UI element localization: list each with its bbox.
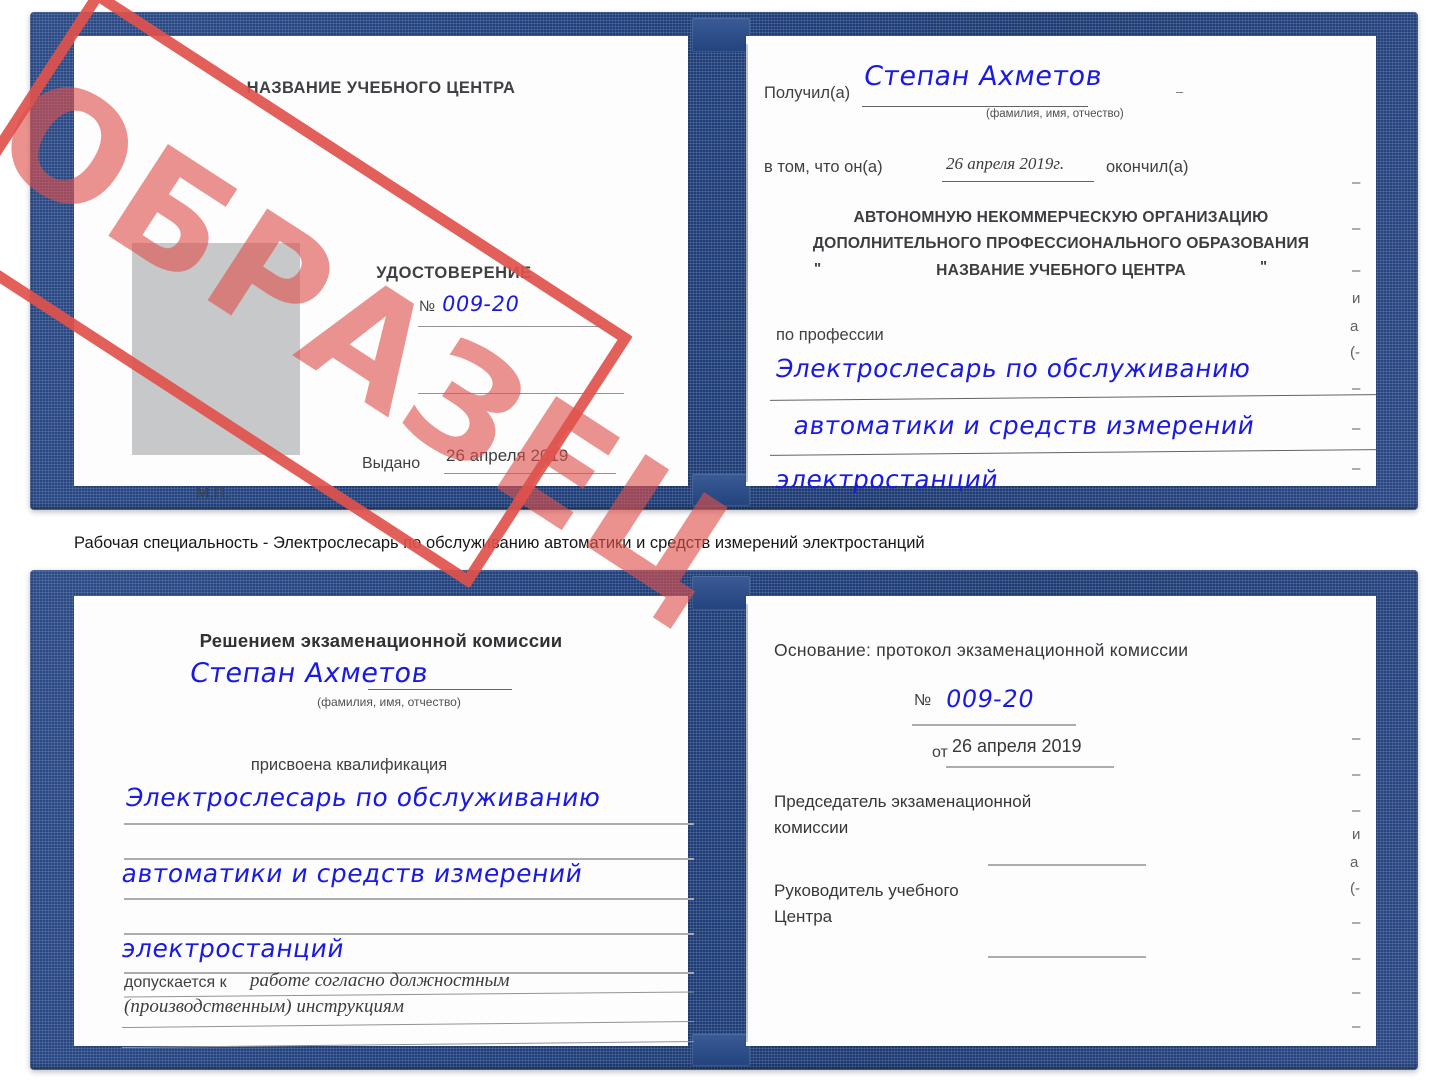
received-label: Получил(а) (764, 84, 851, 102)
number-value: 009-20 (440, 292, 522, 316)
protocol-number-rule (912, 724, 1076, 726)
edge-fragment: (- (1350, 344, 1360, 361)
qualification-line-2: автоматики и средств измерений (119, 859, 585, 888)
chairman-signature-rule (988, 864, 1146, 866)
training-center-name: НАЗВАНИЕ УЧЕБНОГО ЦЕНТРА (246, 79, 516, 97)
student-name-value: Степан Ахметов (187, 658, 431, 689)
finish-date-value: 26 апреля 2019г. (946, 154, 1065, 173)
qualification-line-3: электростанций (119, 934, 347, 963)
edge-fragment: – (1352, 766, 1361, 783)
seal-place-label: М.П. (196, 485, 230, 502)
certificate-sample-page: НАЗВАНИЕ УЧЕБНОГО ЦЕНТРА УДОСТОВЕРЕНИЕ №… (0, 0, 1448, 1085)
spine-tab-top (692, 576, 750, 610)
qualification-line-1: Электрослесарь по обслуживанию (123, 783, 603, 812)
edge-fragment: – (1352, 914, 1361, 931)
admitted-rule-1 (124, 991, 694, 998)
fio-hint: (фамилия, имя, отчество) (986, 108, 1124, 120)
protocol-number-value: 009-20 (943, 685, 1037, 713)
issued-value: 26 апреля 2019 (446, 446, 569, 465)
edge-fragment: и (1352, 290, 1361, 307)
basis-label: Основание: протокол экзаменационной коми… (774, 640, 1189, 660)
profession-line-1: Электрослесарь по обслуживанию (773, 354, 1253, 383)
admitted-label: допускается к (124, 974, 227, 991)
edge-dash-1: – (1176, 84, 1184, 99)
protocol-date-rule (946, 766, 1114, 768)
edge-fragment: – (1352, 984, 1361, 1001)
edge-fragment: – (1352, 1018, 1361, 1035)
edge-fragment: – (1352, 950, 1361, 967)
that-he-label: в том, что он(а) (764, 158, 883, 176)
org-line-2: ДОПОЛНИТЕЛЬНОГО ПРОФЕССИОНАЛЬНОГО ОБРАЗО… (812, 235, 1310, 252)
profession-rule-1 (770, 394, 1376, 401)
edge-fragment: – (1352, 380, 1361, 397)
caption-text: Рабочая специальность - Электрослесарь п… (74, 534, 925, 552)
edge-fragment: – (1352, 802, 1361, 819)
admitted-line-2: (производственным) инструкциям (124, 996, 404, 1017)
spine-tab-bottom (692, 1034, 750, 1066)
name-rule (368, 689, 512, 690)
head-line-2: Центра (774, 907, 833, 926)
org-line-1: АВТОНОМНУЮ НЕКОММЕРЧЕСКУЮ ОРГАНИЗАЦИЮ (853, 209, 1269, 226)
certificate-bottom: Решением экзаменационной комиссии Степан… (30, 570, 1418, 1070)
spine-tab-bottom (692, 474, 750, 506)
qualification-rule-2b (124, 898, 694, 900)
qualification-rule-1 (124, 823, 694, 825)
edge-fragment: – (1352, 420, 1361, 437)
profession-line-2: автоматики и средств измерений (791, 411, 1257, 440)
protocol-number-label: № (914, 692, 932, 709)
org-quote-close: " (1260, 258, 1268, 275)
document-title: УДОСТОВЕРЕНИЕ (376, 264, 532, 282)
head-line-1: Руководитель учебного (774, 881, 959, 900)
edge-fragment: а (1350, 318, 1359, 335)
profession-line-3: электростанций (773, 465, 1001, 494)
admitted-line-1: работе согласно должностным (250, 970, 510, 991)
fio-hint: (фамилия, имя, отчество) (317, 695, 461, 709)
head-signature-rule (988, 956, 1146, 958)
protocol-date-label: от (932, 744, 948, 761)
issued-label: Выдано (362, 455, 421, 472)
number-label: № (419, 298, 436, 315)
profession-rule-2 (770, 449, 1376, 456)
edge-fragment: и (1352, 826, 1361, 843)
org-line-3: НАЗВАНИЕ УЧЕБНОГО ЦЕНТРА (936, 262, 1186, 279)
received-rule (862, 106, 1088, 107)
protocol-date-value: 26 апреля 2019 (952, 736, 1082, 756)
top-right-page: Получил(а) Степан Ахметов (фамилия, имя,… (746, 36, 1376, 494)
graduated-label: окончил(а) (1106, 158, 1189, 176)
decision-title: Решением экзаменационной комиссии (199, 630, 563, 651)
finish-date-rule (942, 181, 1094, 182)
top-left-page: НАЗВАНИЕ УЧЕБНОГО ЦЕНТРА УДОСТОВЕРЕНИЕ №… (74, 36, 688, 502)
received-name-value: Степан Ахметов (861, 61, 1105, 92)
bottom-right-page: Основание: протокол экзаменационной коми… (746, 596, 1376, 1046)
edge-fragment: – (1352, 730, 1361, 747)
blank-rule-mid (418, 393, 624, 394)
number-rule (418, 326, 602, 327)
chairman-line-2: комиссии (774, 818, 849, 837)
admitted-rule-2 (122, 1021, 694, 1028)
certificate-top: НАЗВАНИЕ УЧЕБНОГО ЦЕНТРА УДОСТОВЕРЕНИЕ №… (30, 12, 1418, 510)
edge-fragment: – (1352, 174, 1361, 191)
issued-rule (444, 473, 616, 474)
qualification-label: присвоена квалификация (250, 756, 448, 774)
spine-tab-top (692, 18, 750, 52)
edge-fragment: – (1352, 460, 1361, 477)
edge-fragment: а (1350, 854, 1359, 871)
chairman-line-1: Председатель экзаменационной (774, 792, 1032, 811)
edge-fragment: – (1352, 220, 1361, 237)
profession-label: по профессии (776, 326, 884, 344)
bottom-left-page: Решением экзаменационной комиссии Степан… (74, 596, 694, 1048)
edge-fragment: – (1352, 262, 1361, 279)
edge-fragment: (- (1350, 880, 1360, 897)
page-gutter-line (746, 604, 748, 1042)
